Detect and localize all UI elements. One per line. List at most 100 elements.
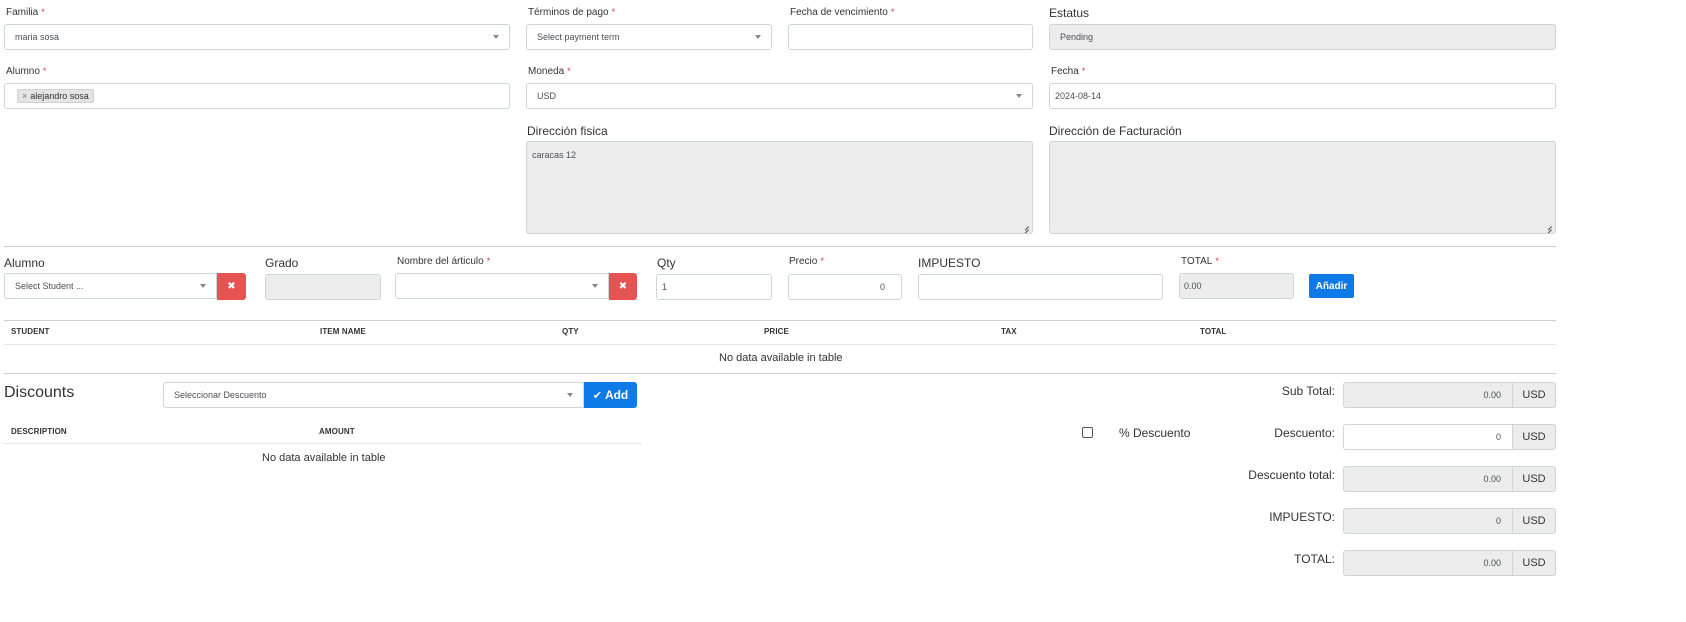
alumno-tag[interactable]: × alejandro sosa: [17, 89, 94, 103]
familia-value: maria sosa: [15, 32, 60, 42]
resize-handle-icon[interactable]: [1021, 222, 1029, 230]
descuento-currency: USD: [1512, 424, 1556, 450]
required-mark: *: [486, 256, 491, 266]
column-header-student: STUDENT: [11, 327, 50, 336]
clear-item-button[interactable]: ✖: [609, 273, 637, 300]
student-select[interactable]: Select Student ...: [4, 273, 217, 299]
chevron-down-icon: [567, 393, 573, 397]
chevron-down-icon: [493, 35, 499, 39]
divider: [4, 373, 1556, 374]
close-icon[interactable]: ×: [22, 91, 27, 101]
fecha-input[interactable]: 2024-08-14: [1049, 83, 1556, 109]
descuento-total-value: 0.00: [1483, 474, 1501, 484]
percent-discount-label: % Descuento: [1119, 426, 1191, 440]
precio-value: 0: [879, 282, 885, 292]
payment-term-select[interactable]: Select payment term: [526, 24, 772, 50]
terminos-label: Términos de pago *: [528, 7, 616, 18]
required-mark: *: [820, 256, 824, 266]
descuento-total-currency: USD: [1512, 466, 1556, 492]
precio-input[interactable]: 0: [788, 274, 902, 300]
moneda-value: USD: [537, 91, 557, 101]
familia-select[interactable]: maria sosa: [4, 24, 510, 50]
subtotal-label: Sub Total:: [1281, 384, 1335, 398]
table-top-border: [4, 320, 1556, 321]
fecha-label: Fecha *: [1051, 66, 1086, 77]
add-discount-label: Add: [604, 388, 629, 402]
chevron-down-icon: [200, 284, 206, 288]
qty-label: Qty: [657, 256, 676, 270]
grado-label: Grado: [265, 256, 299, 270]
alumno-label: Alumno *: [6, 66, 47, 77]
table-header-divider: [4, 344, 1556, 345]
divider: [4, 246, 1556, 247]
required-mark: *: [611, 7, 616, 17]
clear-student-button[interactable]: ✖: [217, 273, 246, 300]
qty-value: 1: [662, 282, 668, 292]
add-item-button[interactable]: Añadir: [1309, 274, 1354, 298]
required-mark: *: [1081, 66, 1086, 76]
column-header-total: TOTAL: [1200, 327, 1227, 336]
descuento-total-field: 0.00: [1343, 466, 1513, 492]
required-mark: *: [1215, 256, 1219, 266]
add-discount-button[interactable]: ✔ Add: [584, 382, 637, 408]
qty-input[interactable]: 1: [656, 274, 772, 300]
descuento-input[interactable]: 0: [1343, 424, 1513, 450]
impuesto-summary-field: 0: [1343, 508, 1513, 534]
direccion-fisica-label: Dirección fisica: [527, 124, 608, 138]
subtotal-field: 0.00: [1343, 382, 1513, 408]
required-mark: *: [567, 66, 571, 76]
discount-table-divider: [4, 443, 642, 444]
moneda-label: Moneda *: [528, 66, 571, 77]
subtotal-currency: USD: [1512, 382, 1556, 408]
estatus-field: Pending: [1049, 24, 1556, 50]
close-icon: ✖: [618, 281, 628, 292]
fecha-vencimiento-label: Fecha de vencimiento *: [790, 7, 895, 18]
total-value: 0.00: [1184, 281, 1202, 291]
impuesto-summary-label: IMPUESTO:: [1269, 510, 1335, 524]
column-header-amount: AMOUNT: [319, 427, 355, 436]
close-icon: ✖: [227, 281, 236, 292]
chevron-down-icon: [755, 35, 761, 39]
discounts-title: Discounts: [4, 384, 75, 401]
item-alumno-label: Alumno: [4, 256, 45, 270]
required-mark: *: [42, 66, 47, 76]
descuento-total-label: Descuento total:: [1248, 468, 1335, 482]
required-mark: *: [890, 7, 895, 17]
grand-total-field: 0.00: [1343, 550, 1513, 576]
familia-label: Familia *: [6, 7, 45, 18]
total-field: 0.00: [1179, 273, 1294, 299]
item-select[interactable]: [395, 273, 609, 299]
fecha-vencimiento-input[interactable]: [788, 24, 1033, 50]
discounts-empty-text: No data available in table: [262, 452, 386, 464]
payment-term-placeholder: Select payment term: [537, 32, 620, 42]
discount-select[interactable]: Seleccionar Descuento: [163, 382, 584, 408]
alumno-multiselect[interactable]: × alejandro sosa: [4, 83, 510, 109]
direccion-fisica-textarea: caracas 12: [526, 141, 1033, 234]
estatus-value: Pending: [1060, 32, 1094, 42]
impuesto-summary-currency: USD: [1512, 508, 1556, 534]
add-item-label: Añadir: [1315, 280, 1348, 292]
impuesto-input[interactable]: [918, 274, 1163, 300]
fecha-value: 2024-08-14: [1055, 91, 1102, 101]
grand-total-value: 0.00: [1483, 558, 1501, 568]
discount-select-placeholder: Seleccionar Descuento: [174, 390, 267, 400]
column-header-price: PRICE: [764, 327, 789, 336]
resize-handle-icon[interactable]: [1544, 222, 1552, 230]
impuesto-label: IMPUESTO: [918, 256, 981, 270]
grand-total-currency: USD: [1512, 550, 1556, 576]
student-select-placeholder: Select Student ...: [15, 281, 84, 291]
grado-field: [265, 274, 381, 300]
column-header-description: DESCRIPTION: [11, 427, 67, 436]
column-header-item-name: ITEM NAME: [320, 327, 366, 336]
percent-discount-checkbox[interactable]: [1082, 427, 1093, 438]
check-icon: ✔: [592, 389, 602, 402]
direccion-facturacion-textarea: [1049, 141, 1556, 234]
required-mark: *: [41, 7, 45, 17]
descuento-value: 0: [1495, 432, 1501, 442]
subtotal-value: 0.00: [1483, 390, 1501, 400]
column-header-qty: QTY: [562, 327, 579, 336]
moneda-select[interactable]: USD: [526, 83, 1033, 109]
impuesto-summary-value: 0: [1495, 516, 1501, 526]
chevron-down-icon: [592, 284, 598, 288]
direccion-fisica-value: caracas 12: [532, 150, 577, 160]
